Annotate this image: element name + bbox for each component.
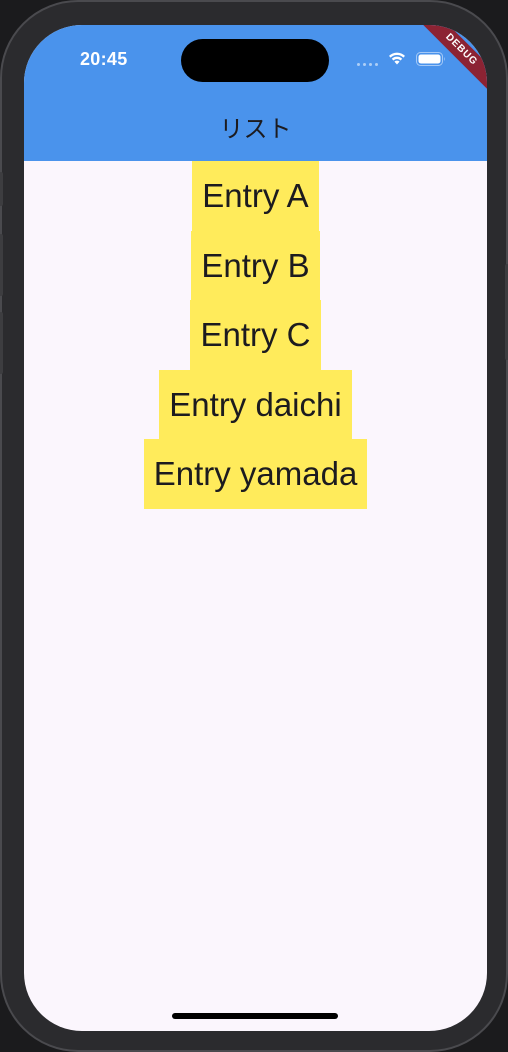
volume-up-button [0, 234, 3, 296]
action-button [0, 172, 3, 206]
status-time: 20:45 [80, 49, 128, 69]
wifi-icon [389, 52, 405, 65]
page-title: リスト [219, 115, 292, 143]
dynamic-island [181, 39, 329, 82]
battery-icon [416, 52, 445, 66]
list-item[interactable]: Entry yamada [143, 439, 368, 509]
phone-frame: 20:45 DEBUG リスト Entry A Entry B Entry C [0, 0, 508, 1052]
volume-down-button [0, 312, 3, 374]
list-item[interactable]: Entry A [192, 161, 319, 231]
list-item[interactable]: Entry B [191, 230, 320, 300]
list-item[interactable]: Entry C [190, 300, 321, 370]
home-indicator[interactable] [172, 1013, 338, 1019]
entry-list: Entry A Entry B Entry C Entry daichi Ent… [24, 161, 487, 509]
app-bar: 20:45 DEBUG リスト [24, 25, 487, 161]
list-item[interactable]: Entry daichi [159, 369, 352, 439]
screen: 20:45 DEBUG リスト Entry A Entry B Entry C [24, 25, 487, 1031]
cellular-signal-icon [357, 63, 378, 66]
